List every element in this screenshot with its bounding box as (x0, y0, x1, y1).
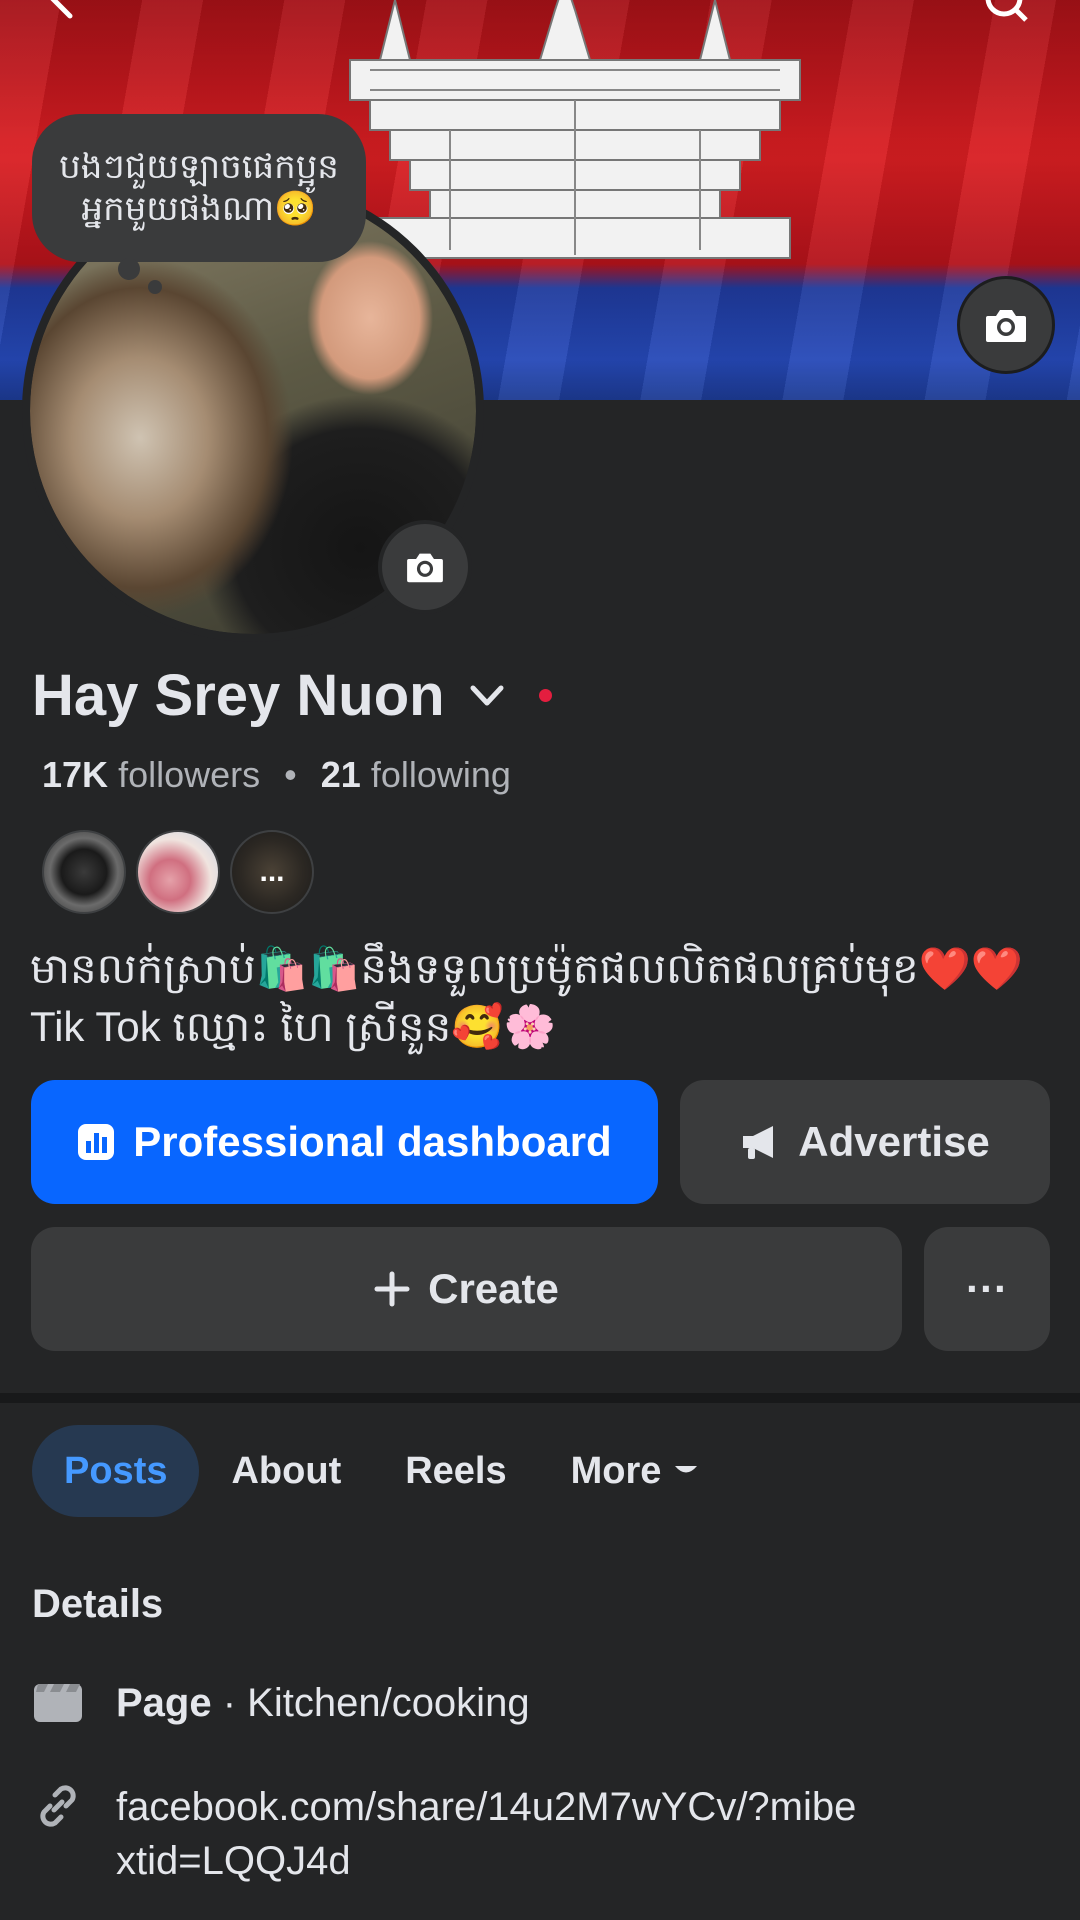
plus-icon (374, 1271, 410, 1307)
profile-name-row: Hay Srey Nuon (32, 662, 552, 729)
page-link-row[interactable]: facebook.com/share/14u2M7wYCv/?mibextid=… (32, 1780, 876, 1888)
tab-about[interactable]: About (199, 1425, 373, 1517)
tab-reels[interactable]: Reels (373, 1425, 538, 1517)
following-count[interactable]: 21 (321, 754, 361, 795)
advertise-button[interactable]: Advertise (680, 1080, 1050, 1204)
stats-separator: • (284, 754, 297, 795)
follower-avatar[interactable] (136, 830, 220, 914)
advertise-label: Advertise (798, 1118, 990, 1165)
profile-name: Hay Srey Nuon (32, 663, 445, 728)
section-divider (0, 1393, 1080, 1403)
following-label[interactable]: following (371, 754, 511, 795)
page-link-text[interactable]: facebook.com/share/14u2M7wYCv/?mibextid=… (116, 1780, 876, 1888)
camera-icon (986, 310, 1026, 342)
notification-dot (538, 689, 552, 702)
edit-profile-picture-button[interactable] (378, 520, 472, 614)
more-followers-label: ... (259, 855, 285, 888)
tab-about-label: About (231, 1449, 342, 1492)
more-options-icon: ··· (966, 1265, 1008, 1312)
camera-icon (407, 553, 443, 583)
page-category-text: Page · Kitchen/cooking (116, 1676, 530, 1730)
back-arrow-icon[interactable] (40, 0, 84, 22)
professional-dashboard-button[interactable]: Professional dashboard (31, 1080, 658, 1204)
more-followers-avatar[interactable]: ... (230, 830, 314, 914)
page-category-row: Page · Kitchen/cooking (32, 1676, 530, 1730)
followers-count[interactable]: 17K (42, 754, 108, 795)
tab-more-label: More (570, 1449, 662, 1492)
page-type-label: Page (116, 1681, 212, 1725)
angkor-wat-emblem (349, 0, 801, 259)
note-bubble-tail (118, 258, 140, 280)
note-bubble-tail-small (148, 280, 162, 294)
chevron-down-icon[interactable] (467, 676, 507, 716)
followers-label[interactable]: followers (118, 754, 260, 795)
search-icon[interactable] (984, 0, 1028, 22)
edit-cover-button[interactable] (957, 276, 1055, 374)
create-button[interactable]: Create (31, 1227, 902, 1351)
profile-note-text: បងៗជួយឡាចផេកប្អូនអ្នកមួយផងណា🥺 (59, 148, 339, 228)
caret-down-icon (675, 1466, 698, 1473)
more-options-button[interactable]: ··· (924, 1227, 1050, 1351)
tab-posts[interactable]: Posts (32, 1425, 200, 1517)
dashboard-chart-icon (78, 1124, 115, 1160)
professional-dashboard-label: Professional dashboard (133, 1118, 612, 1165)
link-icon (40, 1785, 76, 1827)
profile-tabs: Posts About Reels More (32, 1425, 731, 1517)
profile-bio: មានលក់ស្រាប់🛍️🛍️នឹងទទួលប្រម៉ូតផលលិតផលគ្រ… (30, 945, 1024, 1050)
tab-more[interactable]: More (539, 1425, 732, 1517)
page-flag-icon (34, 1684, 82, 1722)
profile-note-bubble[interactable]: បងៗជួយឡាចផេកប្អូនអ្នកមួយផងណា🥺 (32, 114, 366, 262)
page-category-value: · Kitchen/cooking (211, 1681, 530, 1725)
tab-reels-label: Reels (405, 1449, 507, 1492)
follower-avatar[interactable] (42, 830, 126, 914)
tab-posts-label: Posts (64, 1449, 168, 1492)
megaphone-icon (743, 1126, 774, 1159)
follower-avatars[interactable]: ... (42, 830, 324, 914)
follow-stats: 17K followers • 21 following (42, 754, 511, 796)
details-heading: Details (32, 1582, 164, 1626)
create-label: Create (428, 1265, 559, 1312)
